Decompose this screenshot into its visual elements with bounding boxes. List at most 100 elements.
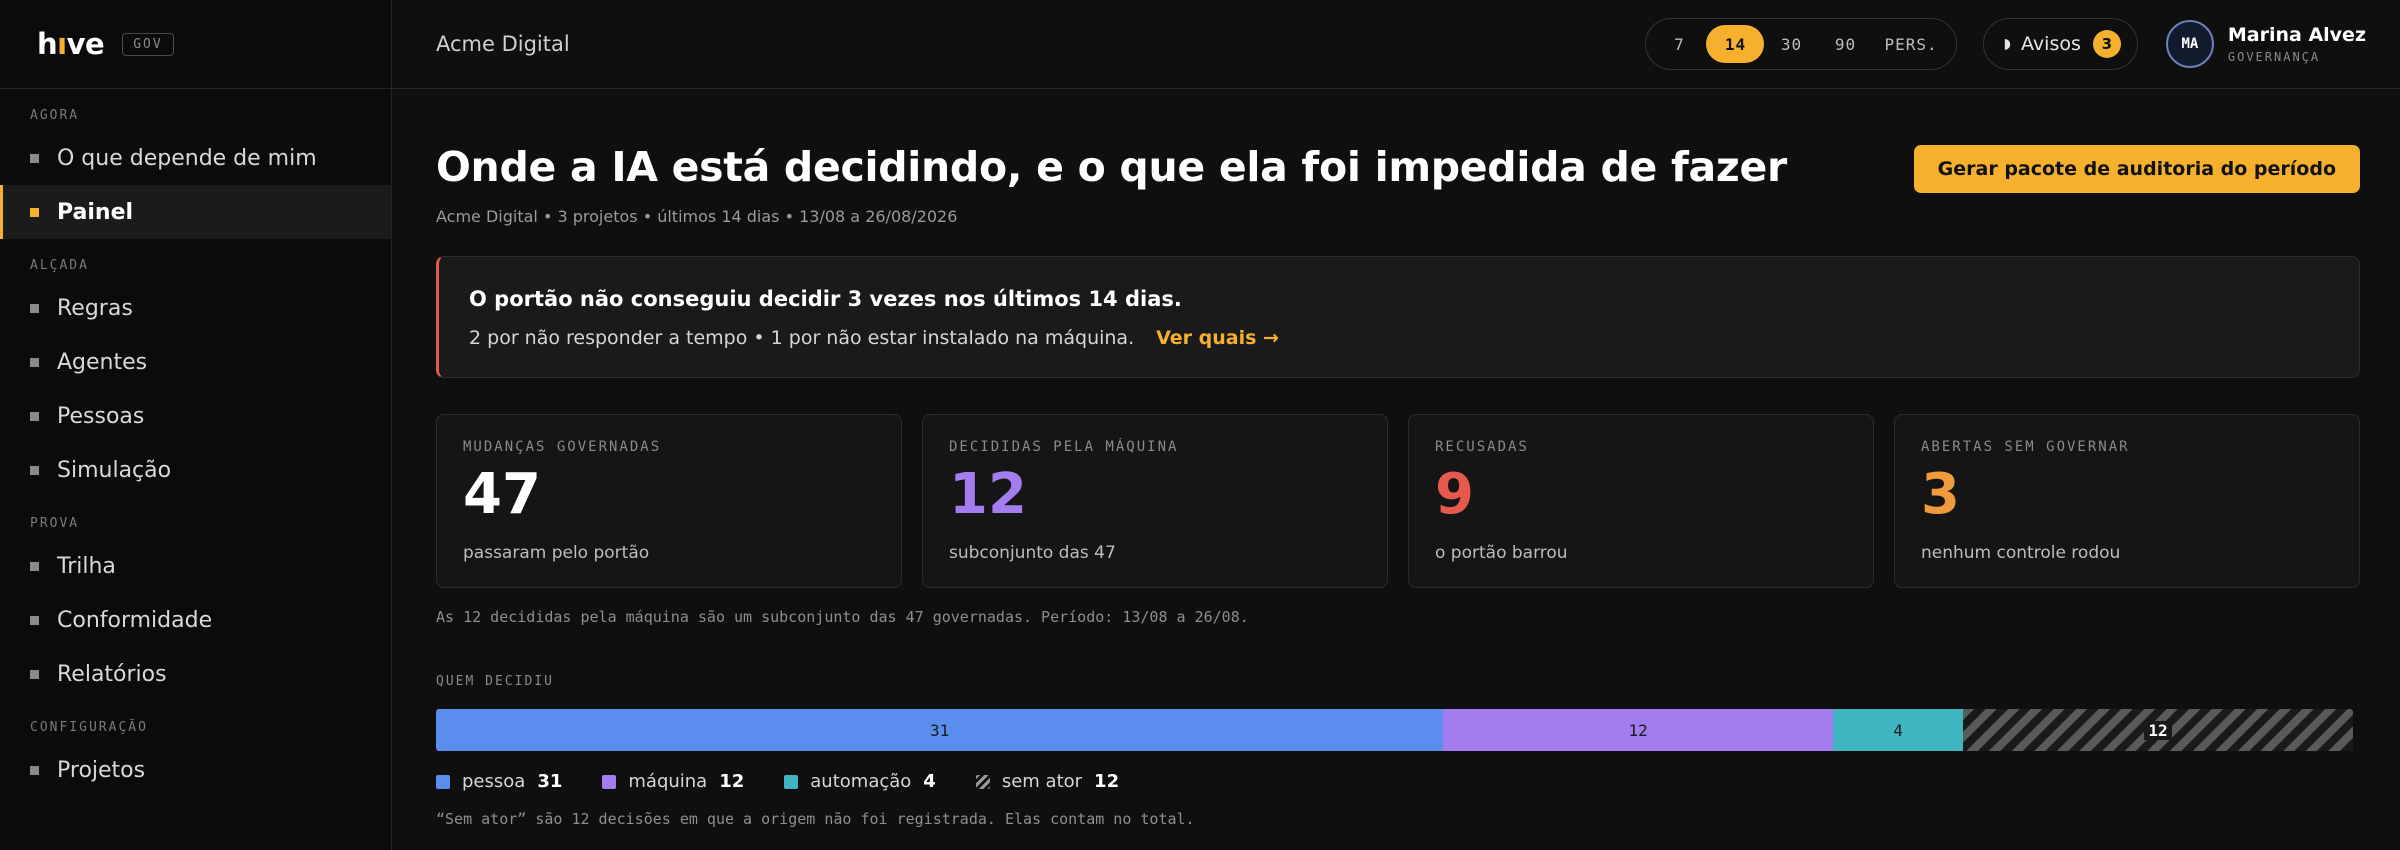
alert-detail: 2 por não responder a tempo • 1 por não … (469, 327, 1135, 349)
stat-value: 47 (463, 462, 541, 527)
brand: hıve GOV (0, 0, 391, 89)
stat-description: o portão barrou (1435, 543, 1568, 563)
legend-label: máquina (628, 771, 708, 792)
square-bullet-icon (30, 465, 39, 475)
content: Onde a IA está decidindo, e o que ela fo… (392, 143, 2400, 828)
generate-audit-button[interactable]: Gerar pacote de auditoria do período (1913, 145, 2360, 193)
square-bullet-icon (30, 615, 39, 625)
alerts-button[interactable]: ◗ Avisos 3 (1982, 18, 2138, 70)
square-bullet-icon (30, 153, 39, 163)
sidebar-item-label: Relatórios (57, 661, 167, 687)
stat-label: ABERTAS SEM GOVERNAR (1921, 439, 2130, 455)
legend-count: 12 (719, 771, 745, 792)
period-option-30[interactable]: 30 (1764, 25, 1818, 63)
bar-segment-automação[interactable]: 4 (1833, 709, 1964, 751)
stat-value: 3 (1921, 462, 1960, 527)
period-option-7[interactable]: 7 (1652, 25, 1706, 63)
sidebar-item-label: Trilha (57, 553, 116, 579)
period-option-pers[interactable]: PERS. (1872, 25, 1949, 63)
sidebar-item-regras[interactable]: Regras (0, 281, 391, 335)
sidebar-item-agentes[interactable]: Agentes (0, 335, 391, 389)
legend-label: pessoa (462, 771, 526, 792)
who-decided-label: QUEM DECIDIU (436, 674, 554, 689)
sidebar-item-relatorios[interactable]: Relatórios (0, 647, 391, 701)
see-which-link[interactable]: Ver quais → (1156, 327, 1279, 349)
stat-description: passaram pelo portão (463, 543, 650, 563)
stats-note: As 12 decididas pela máquina são um subc… (436, 608, 1249, 626)
who-decided-legend: pessoa 31 máquina 12 automação 4 sem ator 12 (436, 771, 2360, 792)
color-swatch-icon (602, 774, 617, 789)
user-name: Marina Alvez (2227, 24, 2366, 46)
stat-card[interactable]: RECUSADAS 9 o portão barrou (1408, 414, 1874, 588)
sidebar-item-label: Agentes (57, 349, 148, 375)
alert-detail-row: 2 por não responder a tempo • 1 por não … (469, 327, 2329, 349)
hatch-swatch-icon (975, 774, 990, 789)
legend-item: sem ator 12 (975, 771, 1120, 792)
sidebar-item-label: Painel (57, 199, 134, 225)
avatar: MA (2165, 20, 2214, 68)
bar-segment-value: 12 (1628, 720, 1648, 740)
alert-title: O portão não conseguiu decidir 3 vezes n… (469, 287, 1182, 311)
square-bullet-icon (30, 561, 39, 571)
logo[interactable]: hıve (37, 27, 105, 61)
gate-alert: O portão não conseguiu decidir 3 vezes n… (436, 256, 2360, 378)
bar-segment-value: 12 (2144, 720, 2172, 740)
legend-item: máquina 12 (602, 771, 744, 792)
legend-count: 4 (923, 771, 936, 792)
header-row: Onde a IA está decidindo, e o que ela fo… (436, 143, 2360, 193)
stat-value: 12 (949, 462, 1027, 527)
period-selector: 7 14 30 90 PERS. (1645, 18, 1957, 70)
bar-segment-value: 31 (929, 720, 950, 740)
period-option-14[interactable]: 14 (1706, 25, 1765, 63)
nav-section-title: PROVA (30, 516, 80, 531)
square-bullet-icon (30, 669, 39, 679)
legend-count: 12 (1094, 771, 1120, 792)
who-decided-bar: 31 12 4 12 (436, 709, 2353, 751)
stat-card[interactable]: DECIDIDAS PELA MÁQUINA 12 subconjunto das … (922, 414, 1388, 588)
user-role: GOVERNANÇA (2227, 50, 2321, 64)
legend-count: 31 (537, 771, 563, 792)
nav-section-title: ALÇADA (30, 258, 89, 273)
period-option-90[interactable]: 90 (1818, 25, 1872, 63)
sidebar-item-pessoas[interactable]: Pessoas (0, 389, 391, 443)
stat-label: DECIDIDAS PELA MÁQUINA (949, 439, 1179, 455)
sidebar-item-label: Simulação (57, 457, 172, 483)
stat-card[interactable]: ABERTAS SEM GOVERNAR 3 nenhum controle rod… (1894, 414, 2360, 588)
bar-segment-máquina[interactable]: 12 (1443, 709, 1834, 751)
sidebar-item-trilha[interactable]: Trilha (0, 539, 391, 593)
stat-description: subconjunto das 47 (949, 543, 1116, 563)
sidebar-item-label: Conformidade (57, 607, 213, 633)
sidebar-item-projetos[interactable]: Projetos (0, 743, 391, 797)
stat-card[interactable]: MUDANÇAS GOVERNADAS 47 passaram pelo portã… (436, 414, 902, 588)
sidebar-item-label: Projetos (57, 757, 146, 783)
sidebar-item-o-que-depende-de-mim[interactable]: O que depende de mim (0, 131, 391, 185)
no-actor-note: “Sem ator” são 12 decisões em que a orig… (436, 810, 1195, 828)
bar-segment-pessoa[interactable]: 31 (436, 709, 1444, 751)
sidebar-item-simulacao[interactable]: Simulação (0, 443, 391, 497)
topbar: Acme Digital 7 14 30 90 PERS. ◗ Avisos 3 MA … (392, 0, 2400, 89)
page-title: Onde a IA está decidindo, e o que ela fo… (436, 143, 1787, 191)
topbar-right: 7 14 30 90 PERS. ◗ Avisos 3 MA Marina Alvez … (1645, 18, 2366, 70)
square-bullet-icon (30, 303, 39, 313)
page-subtitle: Acme Digital • 3 projetos • últimos 14 d… (436, 207, 958, 226)
square-bullet-icon (30, 357, 39, 367)
square-bullet-icon (30, 765, 39, 775)
sidebar-nav: AGORA O que depende de mim Painel ALÇADA Reg… (0, 89, 391, 797)
sidebar-item-conformidade[interactable]: Conformidade (0, 593, 391, 647)
bar-segment-value: 4 (1893, 720, 1903, 740)
stat-value: 9 (1435, 462, 1474, 527)
user-menu[interactable]: MA Marina Alvez GOVERNANÇA (2165, 20, 2366, 68)
color-swatch-icon (784, 774, 799, 789)
stat-label: MUDANÇAS GOVERNADAS (463, 439, 662, 455)
stat-description: nenhum controle rodou (1921, 543, 2121, 563)
org-name: Acme Digital (436, 32, 570, 56)
sidebar-item-label: Pessoas (57, 403, 145, 429)
gov-tag: GOV (122, 32, 174, 56)
sidebar-item-painel[interactable]: Painel (0, 185, 391, 239)
square-bullet-icon (30, 411, 39, 421)
bar-segment-sem-ator[interactable]: 12 (1963, 709, 2353, 751)
color-swatch-icon (436, 774, 450, 789)
user-meta: Marina Alvez GOVERNANÇA (2228, 24, 2366, 64)
alerts-label: Avisos (2021, 33, 2081, 55)
square-bullet-icon (30, 207, 39, 217)
